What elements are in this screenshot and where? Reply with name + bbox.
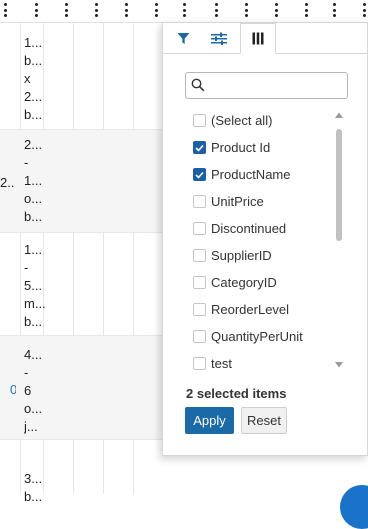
column-menu-icon[interactable] bbox=[180, 3, 188, 17]
grid-header bbox=[0, 0, 368, 23]
tab-general[interactable] bbox=[201, 23, 237, 53]
column-search-input[interactable] bbox=[208, 76, 346, 97]
column-menu-icon[interactable] bbox=[360, 3, 368, 17]
checkbox[interactable] bbox=[193, 357, 206, 370]
list-item[interactable]: QuantityPerUnit bbox=[193, 323, 333, 350]
checkbox[interactable] bbox=[193, 276, 206, 289]
scroll-up-arrow-icon[interactable] bbox=[334, 111, 344, 119]
column-menu-icon[interactable] bbox=[32, 3, 40, 17]
table-cell: 2... - 1... o... b... bbox=[24, 137, 43, 224]
list-item[interactable]: test bbox=[193, 350, 333, 377]
column-menu-icon[interactable] bbox=[272, 3, 280, 17]
checkbox[interactable] bbox=[193, 141, 206, 154]
check-icon bbox=[195, 144, 204, 152]
list-item-label: ReorderLevel bbox=[211, 302, 290, 317]
popup-tabs bbox=[163, 23, 368, 54]
search-icon bbox=[191, 78, 205, 92]
scroll-down-arrow-icon[interactable] bbox=[334, 361, 344, 369]
table-cell: 1... b... x 2... b... bbox=[24, 35, 43, 122]
scroll-thumb[interactable] bbox=[336, 129, 342, 241]
list-item[interactable]: Discontinued bbox=[193, 215, 333, 242]
check-icon bbox=[195, 171, 204, 179]
column-menu-icon[interactable] bbox=[62, 3, 70, 17]
column-menu-icon[interactable] bbox=[302, 3, 310, 17]
filter-icon bbox=[177, 32, 189, 44]
list-item-label: (Select all) bbox=[211, 113, 273, 128]
apply-button[interactable]: Apply bbox=[185, 407, 234, 434]
list-item-label: CategoryID bbox=[211, 275, 277, 290]
column-menu-icon[interactable] bbox=[92, 3, 100, 17]
list-scrollbar[interactable] bbox=[334, 111, 344, 369]
checkbox[interactable] bbox=[193, 249, 206, 262]
column-menu-icon[interactable] bbox=[242, 3, 250, 17]
checkbox[interactable] bbox=[193, 303, 206, 316]
list-item[interactable]: Product Id bbox=[193, 134, 333, 161]
checkbox[interactable] bbox=[193, 168, 206, 181]
list-item-label: SupplierID bbox=[211, 248, 272, 263]
list-item[interactable]: ReorderLevel bbox=[193, 296, 333, 323]
checkbox[interactable] bbox=[193, 195, 206, 208]
list-item-label: QuantityPerUnit bbox=[211, 329, 303, 344]
list-item-label: test bbox=[211, 356, 232, 371]
list-item[interactable]: CategoryID bbox=[193, 269, 333, 296]
table-cell: 1... - 5... m... b... bbox=[24, 242, 46, 329]
column-menu-icon[interactable] bbox=[330, 3, 338, 17]
selected-count: 2 selected items bbox=[186, 386, 287, 401]
column-menu-icon[interactable] bbox=[1, 3, 9, 17]
list-item[interactable]: (Select all) bbox=[193, 107, 333, 134]
tab-columns[interactable] bbox=[240, 23, 276, 54]
list-item-label: UnitPrice bbox=[211, 194, 264, 209]
list-item[interactable]: ProductName bbox=[193, 161, 333, 188]
sliders-icon bbox=[211, 32, 227, 45]
list-item[interactable]: SupplierID bbox=[193, 242, 333, 269]
list-item-label: ProductName bbox=[211, 167, 291, 182]
list-item-label: Discontinued bbox=[211, 221, 287, 236]
checkbox[interactable] bbox=[193, 330, 206, 343]
table-cell: 3... b... bbox=[24, 471, 43, 504]
list-item[interactable]: UnitPrice bbox=[193, 188, 333, 215]
tab-filter[interactable] bbox=[165, 23, 201, 53]
list-item-label: Product Id bbox=[211, 140, 271, 155]
column-search bbox=[185, 72, 348, 99]
column-menu-icon[interactable] bbox=[152, 3, 160, 17]
column-menu-popup: (Select all) Product Id ProductName Unit… bbox=[162, 22, 368, 456]
column-menu-icon[interactable] bbox=[122, 3, 130, 17]
column-menu-icon[interactable] bbox=[212, 3, 220, 17]
checkbox[interactable] bbox=[193, 114, 206, 127]
columns-icon bbox=[252, 32, 264, 45]
table-cell: 4... - 6 o... j... bbox=[24, 347, 43, 434]
checkbox[interactable] bbox=[193, 222, 206, 235]
reset-button[interactable]: Reset bbox=[241, 407, 287, 434]
table-cell-left: 0 bbox=[10, 382, 16, 397]
table-cell-left: 2... bbox=[0, 175, 14, 190]
